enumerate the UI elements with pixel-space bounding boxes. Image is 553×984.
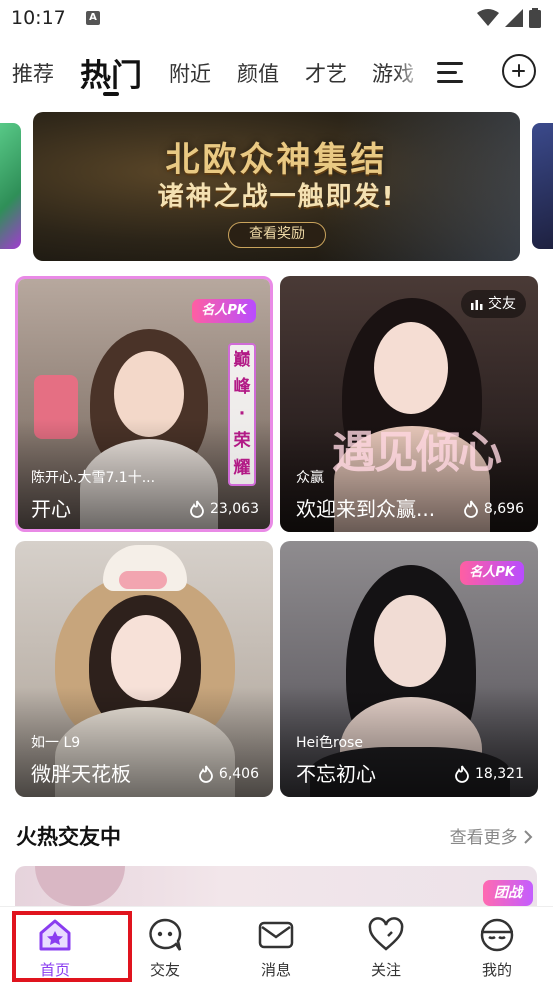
nav-messages-label: 消息 xyxy=(260,961,291,979)
promo-banner[interactable]: 北欧众神集结 诸神之战一触即发! 查看奖励 xyxy=(33,112,520,261)
banner-title: 北欧众神集结 xyxy=(165,140,388,180)
pink-bow xyxy=(119,571,167,589)
bars-icon xyxy=(471,300,483,310)
status-bar: 10:17 A xyxy=(0,0,553,38)
friend-badge-label: 交友 xyxy=(488,296,516,312)
card-title: 不忘初心 xyxy=(296,762,376,786)
live-card[interactable]: 名人PK Hei色rose 不忘初心 18,321 xyxy=(280,541,538,797)
tab-talent[interactable]: 才艺 xyxy=(305,58,347,88)
tab-fade-overlay xyxy=(395,48,425,98)
banner-next-peek[interactable] xyxy=(532,123,553,249)
heart-icon xyxy=(368,917,404,951)
envelope-icon xyxy=(258,921,294,949)
team-battle-card[interactable]: 团战 xyxy=(15,866,537,906)
heat-value: 8,696 xyxy=(483,501,524,517)
signal-icon xyxy=(505,9,523,27)
tag-char: 荣 xyxy=(233,431,251,451)
card-host-name: Hei色rose xyxy=(296,735,363,751)
nav-follow-label: 关注 xyxy=(370,961,401,979)
status-icons xyxy=(477,8,541,28)
tag-char: · xyxy=(238,404,246,424)
tab-looks[interactable]: 颜值 xyxy=(237,58,279,88)
peak-honor-tag: 巅 峰 · 荣 耀 xyxy=(228,343,256,486)
flame-icon xyxy=(455,765,469,783)
card-title: 开心 xyxy=(31,497,71,521)
notification-icon: A xyxy=(86,11,100,25)
card-heat: 23,063 xyxy=(189,500,259,518)
see-more-label: 查看更多 xyxy=(449,828,518,848)
profile-icon xyxy=(480,918,514,952)
live-card[interactable]: 遇见倾心 交友 众赢 欢迎来到众赢... 8,696 xyxy=(280,276,538,532)
status-time: 10:17 xyxy=(11,7,66,29)
nav-follow[interactable]: 关注 xyxy=(331,907,441,984)
card-heat: 6,406 xyxy=(198,765,259,783)
flame-icon xyxy=(464,500,478,518)
category-tabs: 推荐 热门 附近 颜值 才艺 游戏 xyxy=(0,48,553,98)
nav-profile-label: 我的 xyxy=(481,961,512,979)
celebrity-pk-badge: 名人PK xyxy=(192,299,256,323)
heat-value: 23,063 xyxy=(210,501,259,517)
card-heat: 8,696 xyxy=(463,500,524,518)
flame-icon xyxy=(199,765,213,783)
menu-icon[interactable] xyxy=(437,60,465,84)
team-battle-badge: 团战 xyxy=(483,880,533,906)
tab-hot[interactable]: 热门 xyxy=(80,50,142,95)
banner-reward-button[interactable]: 查看奖励 xyxy=(228,222,326,248)
card-person-face xyxy=(374,322,448,414)
heat-value: 6,406 xyxy=(218,766,259,782)
chevron-right-icon xyxy=(524,830,533,844)
card-title: 微胖天花板 xyxy=(31,762,131,786)
wifi-icon xyxy=(477,9,499,26)
card-overlay-art-text: 遇见倾心 xyxy=(332,427,502,478)
card-host-name: 如一 L9 xyxy=(31,735,81,751)
see-more-link[interactable]: 查看更多 xyxy=(450,823,533,848)
tab-nearby[interactable]: 附近 xyxy=(169,58,211,88)
celebrity-pk-badge: 名人PK xyxy=(460,561,524,585)
selection-highlight xyxy=(12,911,132,982)
card-host-name: 众赢 xyxy=(296,470,324,486)
section-title: 火热交友中 xyxy=(16,825,121,849)
banner-prev-peek[interactable] xyxy=(0,123,21,249)
card-heat: 18,321 xyxy=(454,765,524,783)
banner-subtitle: 诸神之战一触即发! xyxy=(157,182,396,212)
card-host-name: 陈开心.大雪7.1十... xyxy=(31,470,156,486)
live-card[interactable]: 名人PK 巅 峰 · 荣 耀 陈开心.大雪7.1十... 开心 23,063 xyxy=(15,276,273,532)
tag-char: 巅 xyxy=(233,350,251,370)
tag-char: 耀 xyxy=(233,458,251,478)
chat-bubble-icon xyxy=(149,918,182,951)
card-person-face xyxy=(374,595,446,687)
nav-profile[interactable]: 我的 xyxy=(442,907,552,984)
battery-icon xyxy=(529,8,541,28)
friend-badge: 交友 xyxy=(461,290,526,318)
live-card[interactable]: 如一 L9 微胖天花板 6,406 xyxy=(15,541,273,797)
flame-icon xyxy=(190,500,204,518)
nav-messages[interactable]: 消息 xyxy=(221,907,331,984)
add-circle-icon[interactable] xyxy=(502,54,536,88)
card-art xyxy=(35,866,125,906)
card-title: 欢迎来到众赢... xyxy=(296,497,436,521)
active-tab-indicator xyxy=(103,92,119,96)
tab-recommend[interactable]: 推荐 xyxy=(12,58,54,88)
heat-value: 18,321 xyxy=(475,766,524,782)
tag-char: 峰 xyxy=(233,377,251,397)
